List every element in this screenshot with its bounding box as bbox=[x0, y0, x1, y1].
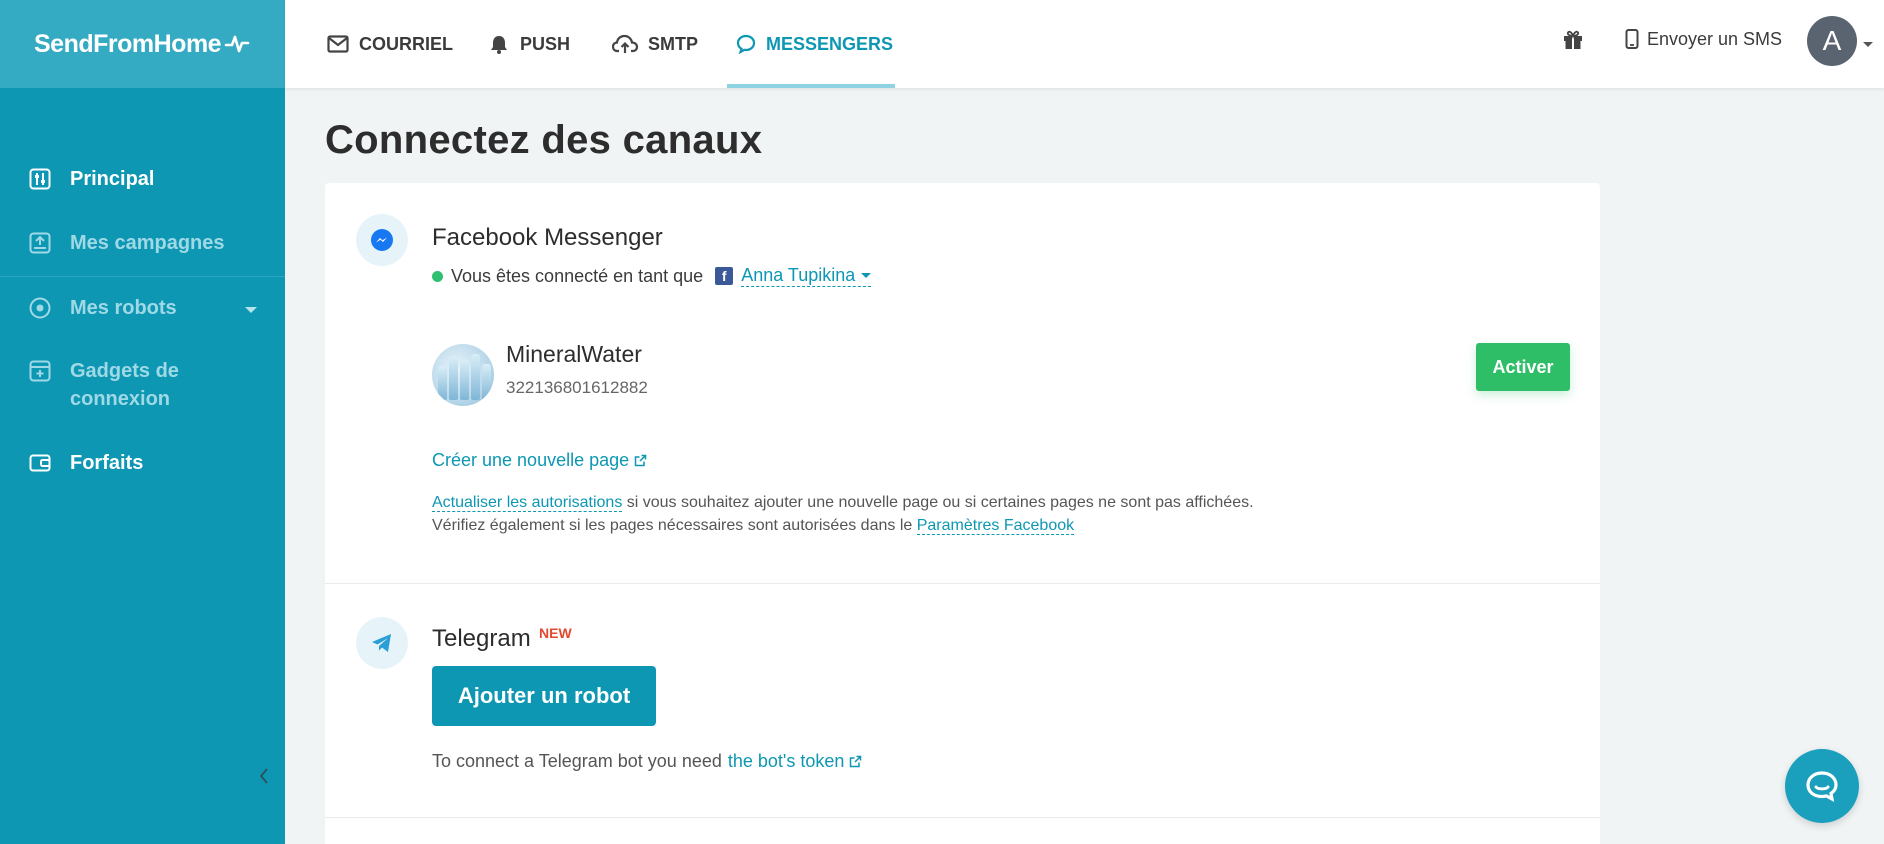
account-name: Anna Tupikina bbox=[741, 265, 856, 285]
tab-smtp[interactable]: SMTP bbox=[612, 0, 698, 88]
phone-icon bbox=[1625, 29, 1639, 49]
pulse-icon bbox=[224, 35, 250, 53]
refresh-permissions-link[interactable]: Actualiser les autorisations bbox=[432, 494, 623, 512]
connection-status: Vous êtes connecté en tant que f Anna Tu… bbox=[432, 265, 872, 287]
account-dropdown[interactable]: Anna Tupikina bbox=[741, 265, 872, 287]
sidebar-item-label: Mes campagnes bbox=[70, 232, 225, 254]
telegram-channel-icon bbox=[356, 617, 408, 669]
brand-name: SendFromHome bbox=[34, 29, 222, 58]
note-text-1: si vous souhaitez ajouter une nouvelle p… bbox=[622, 494, 1254, 511]
robot-globe-icon bbox=[29, 297, 51, 319]
logo-bar: SendFromHome bbox=[0, 0, 285, 88]
create-page-link[interactable]: Créer une nouvelle page bbox=[432, 450, 647, 471]
send-sms-label: Envoyer un SMS bbox=[1647, 28, 1783, 49]
tab-label: COURRIEL bbox=[359, 33, 453, 54]
mail-icon bbox=[327, 35, 349, 53]
messenger-icon bbox=[371, 229, 393, 251]
sliders-icon bbox=[29, 168, 51, 190]
facebook-messenger-title: Facebook Messenger bbox=[432, 224, 663, 251]
sidebar-item-label: Gadgets de connexion bbox=[70, 360, 179, 410]
chat-icon bbox=[1806, 771, 1838, 803]
section-divider bbox=[325, 583, 1600, 584]
bot-token-label: the bot's token bbox=[727, 751, 845, 771]
sidebar-item-forfaits[interactable]: Forfaits bbox=[0, 432, 285, 496]
new-badge: NEW bbox=[539, 625, 572, 641]
bot-token-link[interactable]: the bot's token bbox=[728, 751, 863, 772]
telegram-title: Telegram bbox=[432, 625, 531, 652]
gift-icon[interactable] bbox=[1562, 27, 1584, 51]
page-avatar bbox=[432, 344, 494, 406]
user-avatar[interactable]: A bbox=[1807, 16, 1857, 66]
sidebar-item-label: Principal bbox=[70, 168, 155, 190]
tab-courriel[interactable]: COURRIEL bbox=[327, 0, 453, 88]
cloud-upload-icon bbox=[612, 34, 638, 53]
tab-messengers[interactable]: MESSENGERS bbox=[736, 0, 893, 88]
tab-label: MESSENGERS bbox=[766, 33, 894, 54]
send-sms-button[interactable]: Envoyer un SMS bbox=[1625, 0, 1782, 78]
status-text: Vous êtes connecté en tant que bbox=[451, 265, 704, 286]
chevron-down-icon bbox=[861, 273, 872, 278]
chat-support-button[interactable] bbox=[1785, 749, 1859, 823]
section-divider bbox=[325, 817, 1600, 818]
hint-text: To connect a Telegram bot you need bbox=[432, 751, 722, 771]
telegram-hint: To connect a Telegram bot you need the b… bbox=[432, 751, 862, 772]
sidebar-item-robots[interactable]: Mes robots bbox=[0, 276, 285, 340]
telegram-icon bbox=[372, 634, 391, 652]
external-link-icon bbox=[634, 454, 647, 467]
sidebar-nav: Principal Mes campagnes Mes robots Gadge… bbox=[0, 88, 285, 496]
permissions-note: Actualiser les autorisations si vous sou… bbox=[432, 491, 1432, 537]
create-page-label: Créer une nouvelle page bbox=[432, 450, 630, 470]
sidebar-item-label: Mes robots bbox=[70, 297, 177, 319]
page-name: MineralWater bbox=[506, 341, 642, 367]
sidebar-item-campaigns[interactable]: Mes campagnes bbox=[0, 212, 285, 276]
status-dot bbox=[432, 270, 443, 282]
wallet-icon bbox=[29, 454, 51, 472]
sidebar-item-gadgets[interactable]: Gadgets de connexion bbox=[0, 340, 285, 432]
sidebar: SendFromHome Principal Mes campagnes Mes… bbox=[0, 0, 285, 844]
chevron-down-icon[interactable] bbox=[1863, 42, 1873, 47]
messenger-channel-icon bbox=[356, 214, 408, 266]
widget-icon bbox=[29, 360, 51, 382]
tab-label: SMTP bbox=[648, 33, 699, 54]
activate-button[interactable]: Activer bbox=[1476, 343, 1570, 391]
active-tab-indicator bbox=[727, 84, 895, 88]
tab-push[interactable]: PUSH bbox=[488, 0, 570, 88]
channels-card: Facebook Messenger Vous êtes connecté en… bbox=[325, 183, 1600, 844]
note-text-2: Vérifiez également si les pages nécessai… bbox=[432, 517, 917, 534]
page-title: Connectez des canaux bbox=[325, 118, 763, 162]
tab-label: PUSH bbox=[520, 33, 571, 54]
top-bar: COURRIEL PUSH SMTP MESSENGERS Envoyer un bbox=[285, 0, 1884, 88]
add-robot-button[interactable]: Ajouter un robot bbox=[432, 666, 656, 726]
chevron-down-icon[interactable] bbox=[245, 307, 257, 313]
facebook-settings-link[interactable]: Paramètres Facebook bbox=[916, 517, 1075, 535]
campaign-icon bbox=[29, 232, 51, 254]
external-link-icon bbox=[850, 755, 862, 768]
facebook-icon: f bbox=[715, 267, 734, 285]
page-id: 322136801612882 bbox=[506, 378, 648, 397]
chat-bubble-icon bbox=[736, 34, 756, 54]
sidebar-item-label: Forfaits bbox=[70, 452, 144, 474]
brand-logo[interactable]: SendFromHome bbox=[34, 30, 250, 59]
bell-icon bbox=[491, 36, 507, 54]
sidebar-item-principal[interactable]: Principal bbox=[0, 148, 285, 212]
collapse-sidebar-icon[interactable] bbox=[257, 766, 271, 786]
